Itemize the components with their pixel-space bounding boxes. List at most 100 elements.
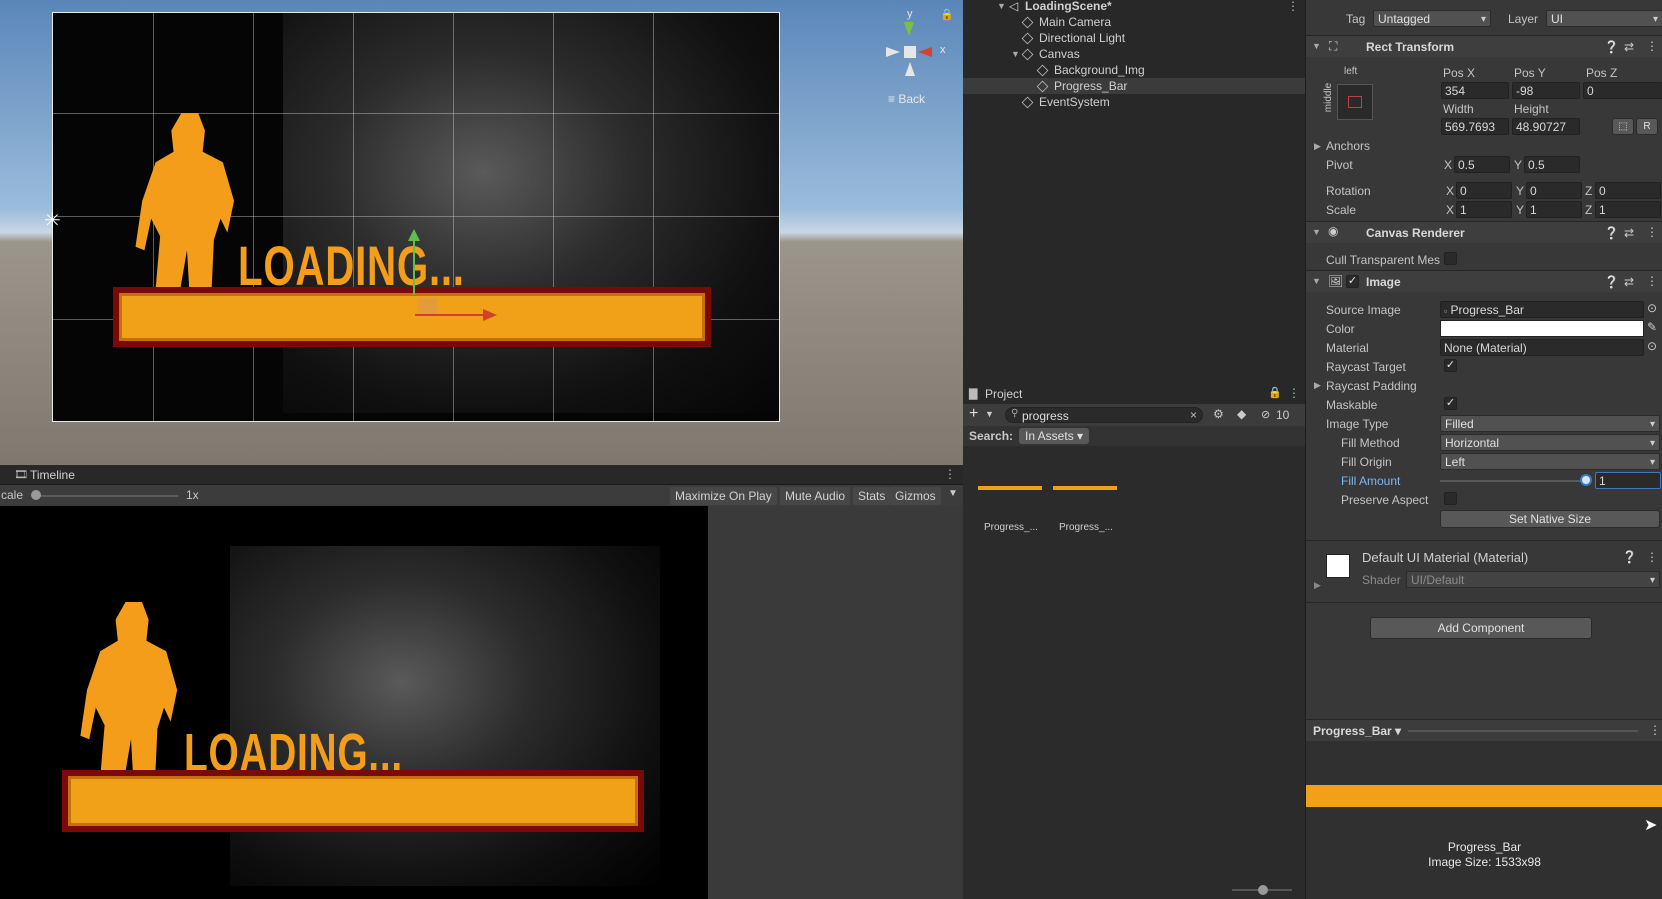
preview-menu-icon[interactable]: ⋮ xyxy=(1649,723,1661,737)
help-icon[interactable]: ❔ xyxy=(1622,550,1637,564)
expand-arrow-icon[interactable]: ▼ xyxy=(1011,46,1020,62)
scene-view[interactable]: LOADING... ✳ y x ≡ Back 🔒 xyxy=(0,0,963,465)
scale-slider-thumb[interactable] xyxy=(31,490,41,500)
progress-bar[interactable] xyxy=(113,287,711,347)
lock-icon[interactable]: 🔒 xyxy=(1268,386,1282,399)
rect-transform-header[interactable]: ▼ ⛶ Rect Transform ❔ ⇄ ⋮ xyxy=(1306,35,1662,57)
preview-resize-handle[interactable] xyxy=(1408,730,1638,732)
width-field[interactable]: 569.7693 xyxy=(1441,118,1509,135)
collapse-arrow-icon[interactable]: ▼ xyxy=(1312,227,1321,237)
anchors-expand-icon[interactable]: ▶ xyxy=(1314,141,1321,152)
gizmo-y-cone[interactable] xyxy=(904,22,914,36)
pos-y-field[interactable]: -98 xyxy=(1512,82,1580,99)
preset-icon[interactable]: ⇄ xyxy=(1624,40,1634,54)
asset-thumbnail[interactable] xyxy=(978,486,1042,490)
hidden-packages-icon[interactable]: ⊘ xyxy=(1261,408,1270,421)
gizmo-x-cone[interactable] xyxy=(918,47,932,57)
add-dropdown-icon[interactable]: ▼ xyxy=(985,409,994,419)
pos-x-field[interactable]: 354 xyxy=(1441,82,1509,99)
project-search-field[interactable]: ⚲ progress × xyxy=(1005,407,1203,423)
expand-arrow-icon[interactable]: ▼ xyxy=(997,0,1006,14)
hierarchy-item-canvas[interactable]: ▼ Canvas xyxy=(963,46,1305,62)
image-enabled-checkbox[interactable]: ✓ xyxy=(1346,275,1359,288)
scene-menu-icon[interactable]: ⋮ xyxy=(1287,0,1299,14)
hierarchy-item-directional-light[interactable]: Directional Light xyxy=(963,30,1305,46)
search-scope-in-assets[interactable]: In Assets ▾ xyxy=(1019,428,1090,444)
gizmo-back-label[interactable]: ≡ Back xyxy=(888,92,925,106)
maximize-on-play-button[interactable]: Maximize On Play xyxy=(670,487,777,505)
fill-origin-dropdown[interactable]: Left xyxy=(1440,453,1660,471)
rotation-z-field[interactable]: 0 xyxy=(1595,182,1661,199)
hierarchy-item-main-camera[interactable]: Main Camera xyxy=(963,14,1305,30)
fill-method-dropdown[interactable]: Horizontal xyxy=(1440,434,1660,452)
pos-z-field[interactable]: 0 xyxy=(1583,82,1662,99)
blueprint-mode-button[interactable]: ⬚ xyxy=(1612,118,1634,135)
object-picker-icon[interactable]: ⊙ xyxy=(1647,301,1657,315)
gizmos-button[interactable]: Gizmos xyxy=(890,487,941,505)
hierarchy-item-progress-bar[interactable]: Progress_Bar xyxy=(963,78,1305,94)
set-native-size-button[interactable]: Set Native Size xyxy=(1440,510,1660,528)
preset-icon[interactable]: ⇄ xyxy=(1624,226,1634,240)
raycast-padding-label[interactable]: Raycast Padding xyxy=(1326,379,1417,393)
tag-dropdown[interactable]: Untagged xyxy=(1373,10,1491,28)
hierarchy-item-eventsystem[interactable]: EventSystem xyxy=(963,94,1305,110)
rotation-x-field[interactable]: 0 xyxy=(1456,182,1512,199)
canvas-renderer-header[interactable]: ▼ ◉ Canvas Renderer ❔ ⇄ ⋮ xyxy=(1306,221,1662,243)
pivot-y-field[interactable]: 0.5 xyxy=(1524,156,1580,173)
raycast-padding-expand-icon[interactable]: ▶ xyxy=(1314,380,1321,391)
component-menu-icon[interactable]: ⋮ xyxy=(1646,550,1658,564)
component-menu-icon[interactable]: ⋮ xyxy=(1646,225,1658,239)
raycast-target-checkbox[interactable]: ✓ xyxy=(1444,359,1457,372)
color-swatch[interactable] xyxy=(1440,320,1644,337)
move-x-handle[interactable] xyxy=(415,314,485,316)
component-menu-icon[interactable]: ⋮ xyxy=(1646,274,1658,288)
shader-dropdown[interactable]: UI/Default xyxy=(1406,571,1660,589)
add-icon[interactable]: + xyxy=(969,405,978,423)
image-type-dropdown[interactable]: Filled xyxy=(1440,415,1660,433)
raw-edit-button[interactable]: R xyxy=(1636,118,1658,135)
gizmo-neg-y-cone[interactable] xyxy=(905,62,915,76)
height-field[interactable]: 48.90727 xyxy=(1512,118,1580,135)
collapse-arrow-icon[interactable]: ▼ xyxy=(1312,41,1321,51)
search-by-label-icon[interactable]: ◆ xyxy=(1237,407,1246,421)
help-icon[interactable]: ❔ xyxy=(1604,226,1619,240)
gizmo-center-cube[interactable] xyxy=(904,46,916,58)
hierarchy-item-background-img[interactable]: Background_Img xyxy=(963,62,1305,78)
scale-slider-track[interactable] xyxy=(36,495,178,497)
source-image-field[interactable]: ▫ Progress_Bar xyxy=(1440,301,1644,318)
icon-size-slider-thumb[interactable] xyxy=(1258,885,1268,895)
pivot-icon[interactable]: ✳ xyxy=(44,208,61,233)
orientation-gizmo[interactable]: y x ≡ Back xyxy=(868,6,958,106)
object-picker-icon[interactable]: ⊙ xyxy=(1647,339,1657,353)
timeline-tab[interactable]: Timeline xyxy=(30,468,75,482)
cull-transparent-checkbox[interactable] xyxy=(1444,252,1457,265)
add-component-button[interactable]: Add Component xyxy=(1370,617,1592,639)
material-field[interactable]: None (Material) xyxy=(1440,339,1644,356)
gizmos-dropdown-icon[interactable]: ▼ xyxy=(948,488,958,499)
fill-amount-slider-thumb[interactable] xyxy=(1580,474,1592,486)
fill-amount-slider-track[interactable] xyxy=(1440,480,1586,482)
scale-y-field[interactable]: 1 xyxy=(1526,201,1582,218)
more-options-icon[interactable]: ⋮ xyxy=(1288,386,1300,400)
preview-title-dropdown[interactable]: Progress_Bar ▾ xyxy=(1313,724,1401,738)
help-icon[interactable]: ❔ xyxy=(1604,40,1619,54)
maskable-checkbox[interactable]: ✓ xyxy=(1444,397,1457,410)
collapse-arrow-icon[interactable]: ▼ xyxy=(1312,276,1321,286)
preset-icon[interactable]: ⇄ xyxy=(1624,275,1634,289)
asset-thumbnail[interactable] xyxy=(1053,486,1117,490)
lock-icon[interactable]: 🔒 xyxy=(940,8,954,21)
layer-dropdown[interactable]: UI xyxy=(1546,10,1662,28)
anchor-preset-button[interactable] xyxy=(1337,84,1373,120)
pivot-x-field[interactable]: 0.5 xyxy=(1454,156,1510,173)
material-expand-icon[interactable]: ▶ xyxy=(1314,580,1321,591)
stats-button[interactable]: Stats xyxy=(853,487,891,505)
scene-canvas-rect[interactable]: LOADING... xyxy=(52,12,780,422)
help-icon[interactable]: ❔ xyxy=(1604,275,1619,289)
component-menu-icon[interactable]: ⋮ xyxy=(1646,39,1658,53)
scene-root-row[interactable]: ▼ ◁ LoadingScene* ⋮ xyxy=(963,0,1305,14)
scale-x-field[interactable]: 1 xyxy=(1456,201,1512,218)
more-options-icon[interactable]: ⋮ xyxy=(944,467,956,481)
rect-handle[interactable] xyxy=(417,298,437,314)
image-component-header[interactable]: ▼ 🖼 ✓ Image ❔ ⇄ ⋮ xyxy=(1306,270,1662,292)
search-by-type-icon[interactable]: ⚙ xyxy=(1213,407,1224,421)
